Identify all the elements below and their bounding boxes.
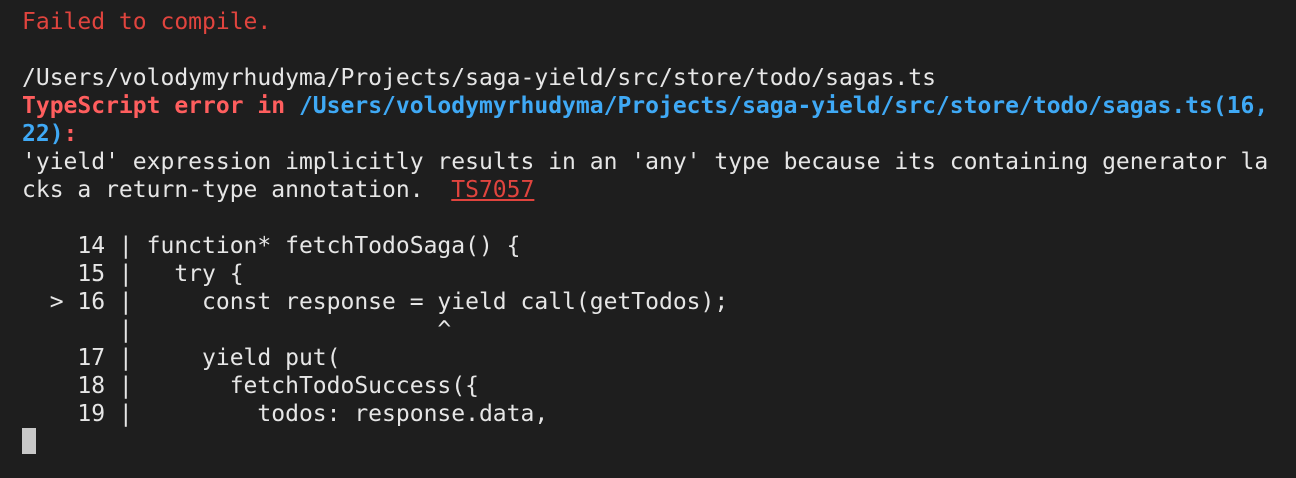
code-line: 15 | try { [22, 260, 1296, 288]
code-line: 18 | fetchTodoSuccess({ [22, 372, 1296, 400]
code-line: 19 | todos: response.data, [22, 400, 1296, 428]
line-gutter: 17 | [22, 345, 147, 371]
error-colon: : [63, 121, 78, 147]
error-file-path: /Users/volodymyrhudyma/Projects/saga-yie… [22, 65, 936, 91]
code-text: try { [146, 261, 244, 287]
line-gutter: 19 | [22, 401, 147, 427]
error-message-text: cks a return-type annotation. [22, 177, 452, 203]
caret-line: | ^ [22, 316, 1296, 344]
compile-failed-header: Failed to compile. [22, 9, 272, 35]
typescript-error-label: TypeScript error in [22, 93, 299, 119]
error-title-line-2: 22): [22, 120, 1296, 148]
terminal-cursor[interactable] [22, 428, 36, 454]
error-code-link[interactable]: TS7057 [451, 177, 534, 203]
terminal-window[interactable]: Failed to compile. /Users/volodymyrhudym… [0, 0, 1296, 478]
code-text: fetchTodoSuccess({ [146, 373, 479, 399]
code-text: todos: response.data, [146, 401, 549, 427]
error-title-line-1: TypeScript error in /Users/volodymyrhudy… [22, 92, 1296, 120]
line-gutter: 18 | [22, 373, 147, 399]
cursor-line [22, 428, 1296, 456]
code-text: const response = yield call(getTodos); [146, 289, 729, 315]
code-text: function* fetchTodoSaga() { [146, 233, 521, 259]
error-message-line-1: 'yield' expression implicitly results in… [22, 149, 1269, 175]
error-message-line-2: cks a return-type annotation. TS7057 [22, 176, 1296, 204]
code-frame: 14 | function* fetchTodoSaga() { 15 | tr… [22, 232, 1296, 428]
line-gutter: > 16 | [22, 289, 147, 315]
line-gutter: 15 | [22, 261, 147, 287]
line-gutter: | [22, 317, 147, 343]
code-line: 17 | yield put( [22, 344, 1296, 372]
code-line-highlighted: > 16 | const response = yield call(getTo… [22, 288, 1296, 316]
code-text: yield put( [146, 345, 341, 371]
code-line: 14 | function* fetchTodoSaga() { [22, 232, 1296, 260]
line-gutter: 14 | [22, 233, 147, 259]
caret-marker: ^ [146, 317, 452, 343]
error-location-continued: 22) [22, 121, 64, 147]
error-location: /Users/volodymyrhudyma/Projects/saga-yie… [298, 93, 1269, 119]
